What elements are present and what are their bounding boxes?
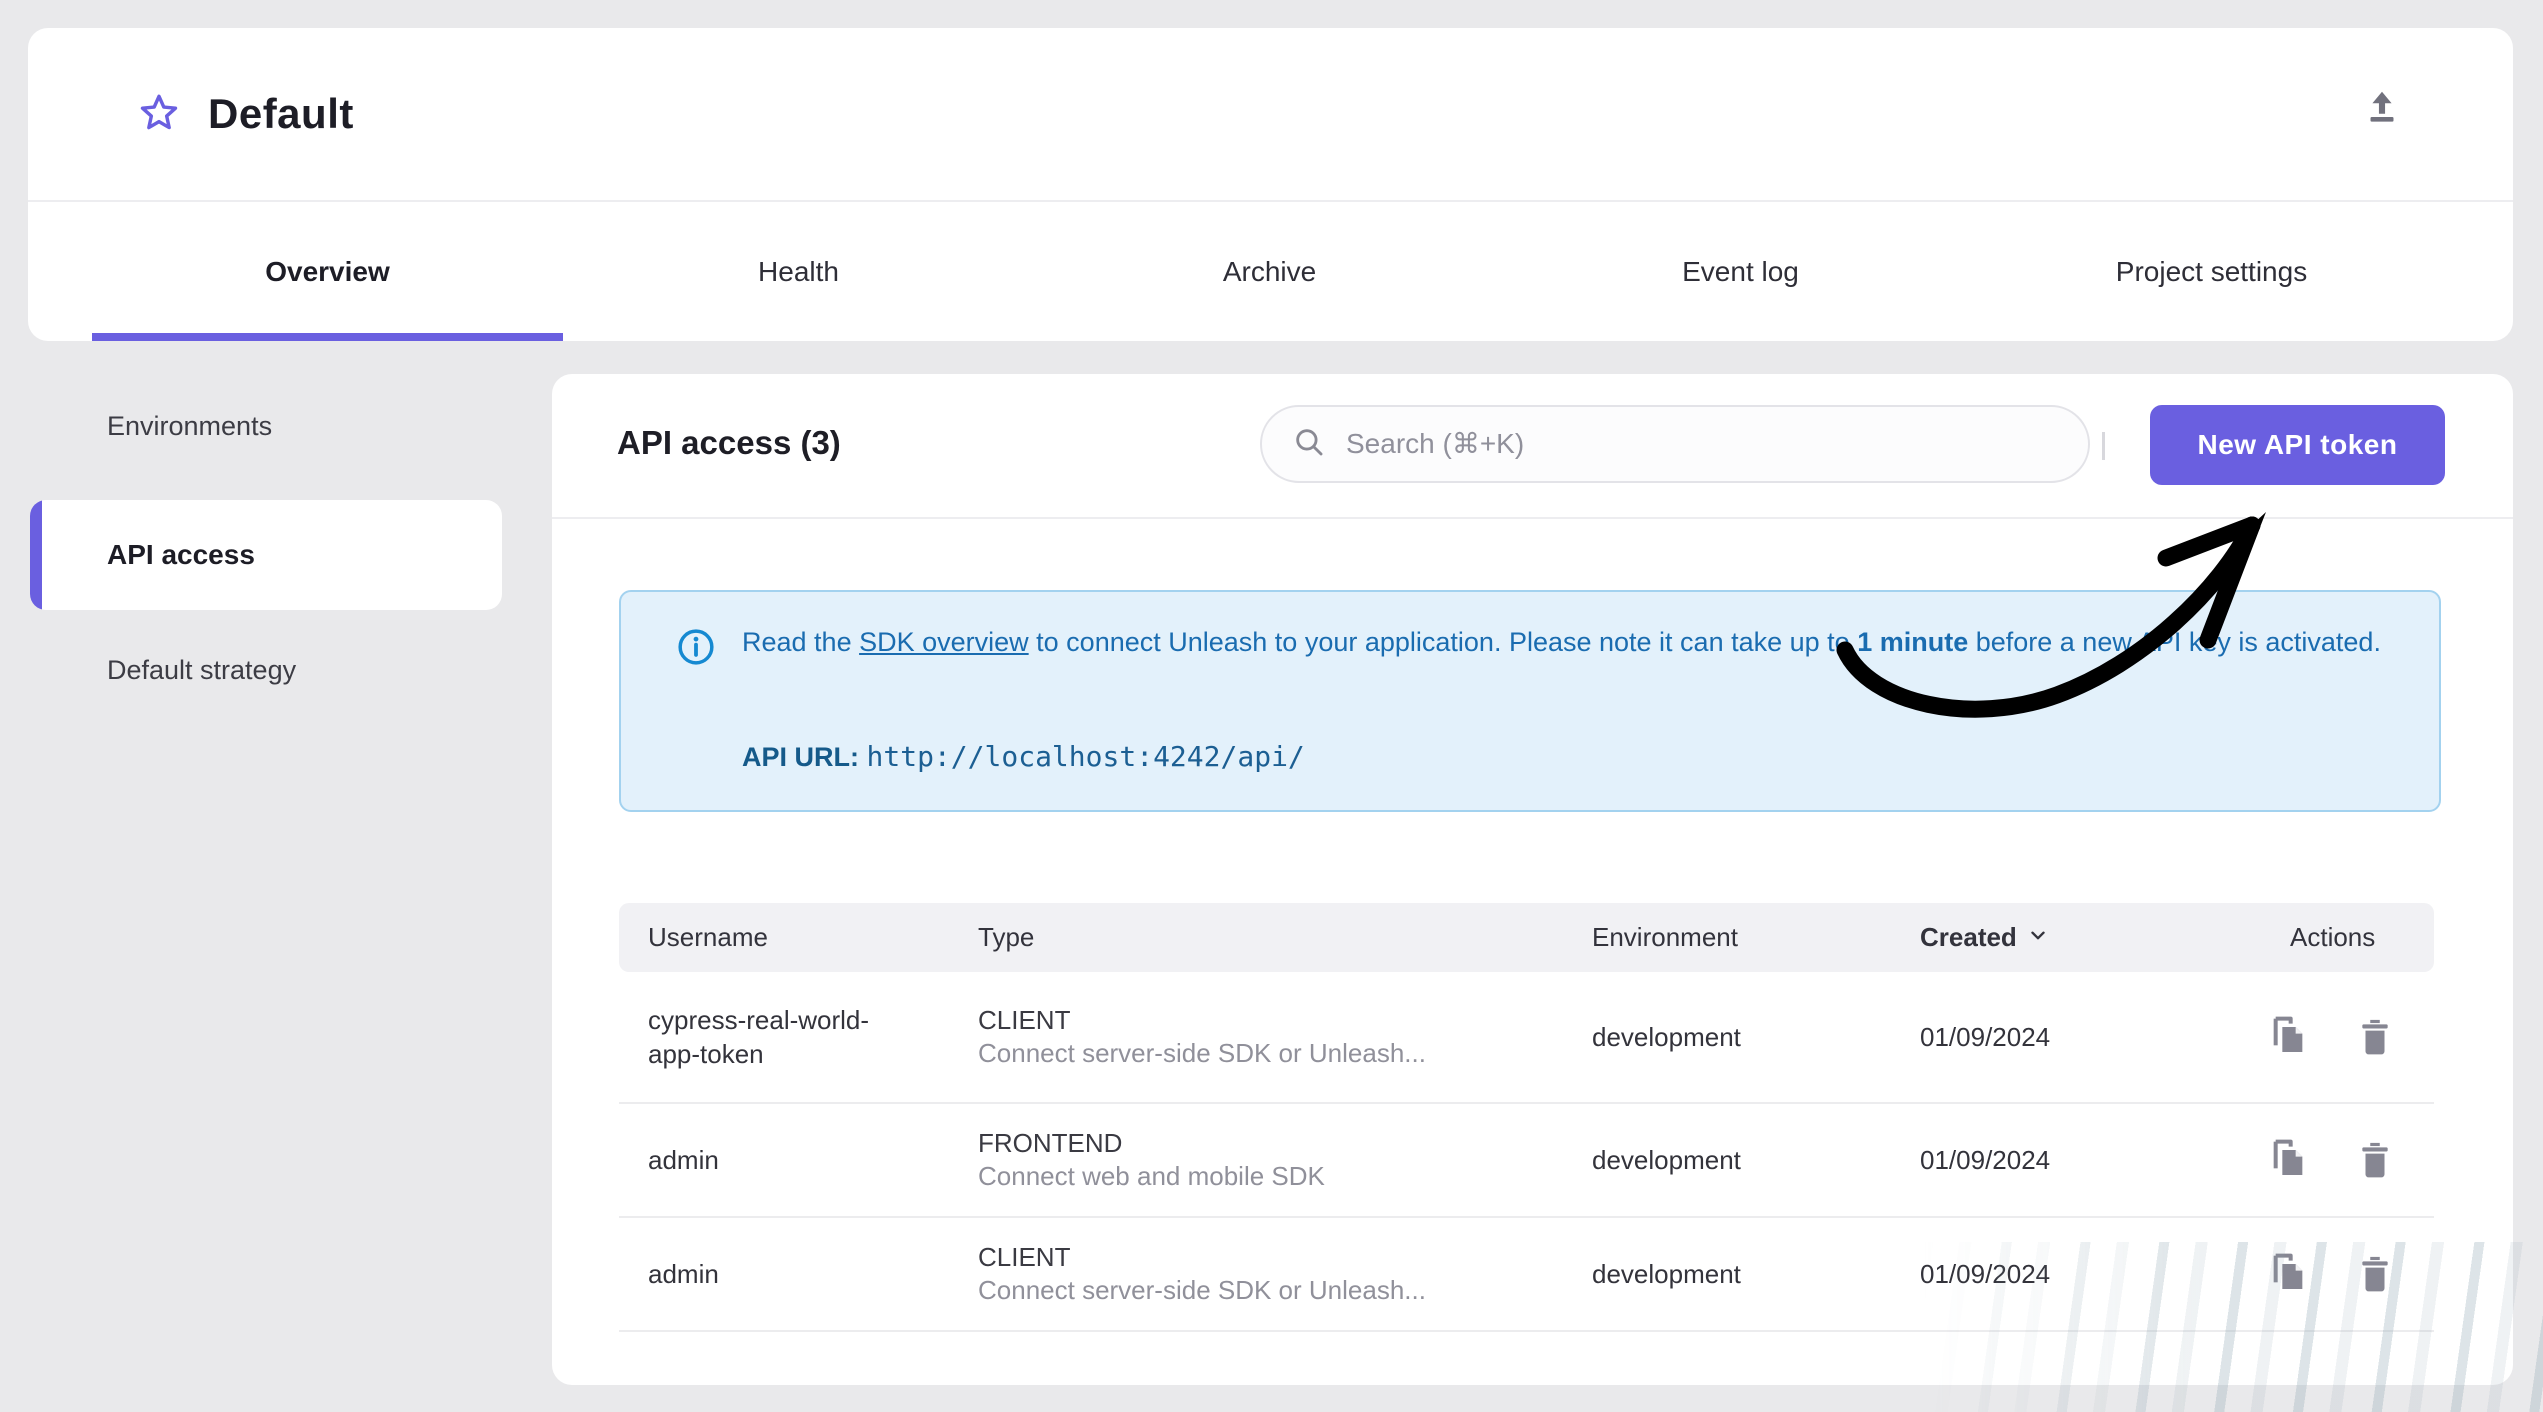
cell-type: FRONTEND Connect web and mobile SDK — [978, 1128, 1325, 1191]
tab-event-log[interactable]: Event log — [1505, 202, 1976, 341]
alert-message: Read the SDK overview to connect Unleash… — [742, 627, 2381, 657]
upload-icon — [2359, 91, 2405, 135]
cell-username: admin — [648, 1259, 719, 1289]
sidebar-item-default-strategy[interactable]: Default strategy — [30, 642, 502, 698]
api-url-line: API URL: http://localhost:4242/api/ — [742, 740, 1305, 773]
cell-username: admin — [648, 1145, 719, 1175]
project-header-card: Default Overview Health Archive Event lo… — [28, 28, 2513, 341]
cell-type: CLIENT Connect server-side SDK or Unleas… — [978, 1242, 1426, 1305]
star-icon — [136, 90, 182, 139]
cell-environment: development — [1592, 1258, 1741, 1289]
sort-chevron-down-icon — [2027, 922, 2049, 953]
new-api-token-button[interactable]: New API token — [2150, 405, 2445, 485]
tab-archive[interactable]: Archive — [1034, 202, 1505, 341]
info-icon — [677, 628, 715, 671]
table-row: cypress-real-world-app-token CLIENT Conn… — [619, 972, 2434, 1102]
copy-token-button[interactable] — [2269, 1015, 2309, 1059]
column-header-created[interactable]: Created — [1891, 922, 2249, 953]
active-item-bar — [30, 500, 42, 610]
tab-overview[interactable]: Overview — [92, 202, 563, 341]
cell-actions — [2249, 1138, 2434, 1182]
panel-heading: API access (3) — [617, 424, 841, 461]
cell-environment: development — [1592, 1144, 1741, 1175]
cell-environment: development — [1592, 1021, 1741, 1052]
tab-project-settings[interactable]: Project settings — [1976, 202, 2447, 341]
cell-type: CLIENT Connect server-side SDK or Unleas… — [978, 1005, 1426, 1068]
export-button[interactable] — [2359, 86, 2405, 132]
tab-health[interactable]: Health — [563, 202, 1034, 341]
project-title-row: Default — [28, 28, 2513, 200]
cell-actions — [2249, 1015, 2434, 1059]
settings-sidebar: Environments API access Default strategy — [30, 374, 502, 698]
favorite-star-button[interactable] — [136, 91, 182, 137]
background-texture — [1923, 1242, 2543, 1412]
copy-token-button[interactable] — [2269, 1138, 2309, 1182]
cell-username: cypress-real-world-app-token — [648, 1005, 870, 1069]
copy-icon — [2269, 1016, 2309, 1062]
project-tabs: Overview Health Archive Event log Projec… — [92, 202, 2447, 341]
trash-icon — [2356, 1142, 2394, 1185]
delete-token-button[interactable] — [2355, 1138, 2395, 1182]
active-tab-underline — [92, 333, 563, 341]
sdk-overview-link[interactable]: SDK overview — [859, 627, 1029, 657]
toolbar-divider — [2102, 432, 2105, 460]
panel-header-separator — [552, 517, 2513, 519]
column-header-username[interactable]: Username — [619, 922, 949, 953]
delete-token-button[interactable] — [2355, 1015, 2395, 1059]
cell-created: 01/09/2024 — [1920, 1021, 2051, 1052]
table-row: admin FRONTEND Connect web and mobile SD… — [619, 1102, 2434, 1216]
cell-created: 01/09/2024 — [1920, 1144, 2051, 1175]
sidebar-item-api-access[interactable]: API access — [30, 500, 502, 610]
column-header-actions: Actions — [2290, 922, 2376, 952]
sdk-info-alert: Read the SDK overview to connect Unleash… — [619, 590, 2441, 812]
page-title: Default — [208, 90, 354, 137]
search-input[interactable] — [1346, 428, 1986, 460]
column-header-type[interactable]: Type — [949, 922, 1563, 953]
trash-icon — [2356, 1019, 2394, 1062]
api-url-value: http://localhost:4242/api/ — [866, 740, 1305, 773]
copy-icon — [2269, 1139, 2309, 1185]
table-header-row: Username Type Environment Created Action… — [619, 903, 2434, 972]
search-field[interactable] — [1260, 405, 2090, 483]
column-header-environment[interactable]: Environment — [1563, 922, 1891, 953]
sidebar-item-environments[interactable]: Environments — [30, 398, 502, 454]
search-icon — [1292, 425, 1326, 464]
api-access-panel: API access (3) New API token Read the SD… — [552, 374, 2513, 1385]
